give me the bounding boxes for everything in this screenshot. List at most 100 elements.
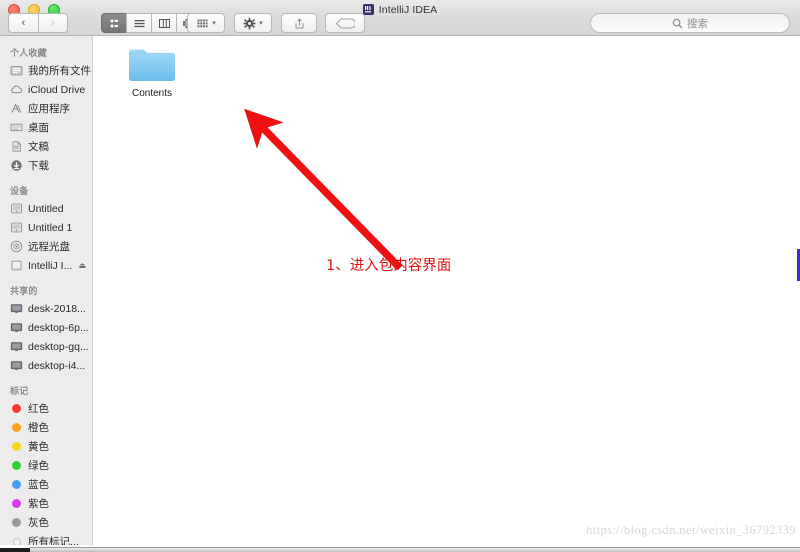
tag-dot-icon [10, 478, 23, 491]
sidebar-item-label: Untitled [28, 202, 64, 215]
sidebar-item-untitled-1[interactable]: Untitled 1 [0, 218, 92, 237]
sidebar-item-label: Untitled 1 [28, 221, 73, 234]
sidebar-item-label: 远程光盘 [28, 241, 70, 253]
sidebar-section-favorites-title: 个人收藏 [10, 48, 47, 58]
share-button[interactable] [281, 13, 317, 33]
sidebar-item-label: 我的所有文件 [28, 65, 91, 77]
sidebar-item-label: 灰色 [28, 517, 49, 529]
sidebar-item-label: 蓝色 [28, 479, 49, 491]
display-icon [10, 321, 23, 334]
sidebar-item-tag-blue[interactable]: 蓝色 [0, 475, 92, 494]
sidebar-item-tag-yellow[interactable]: 黄色 [0, 437, 92, 456]
sidebar-item-tag-red[interactable]: 红色 [0, 399, 92, 418]
sidebar-item-desk-2018[interactable]: desk-2018... [0, 299, 92, 318]
sidebar-item-label: 紫色 [28, 498, 49, 510]
sidebar-item-all-my-files[interactable]: 我的所有文件 [0, 61, 92, 80]
annotation-arrow [244, 108, 403, 271]
sidebar-section-devices-title: 设备 [10, 186, 29, 196]
sidebar-item-tag-gray[interactable]: 灰色 [0, 513, 92, 532]
arrange-by-button[interactable]: ▾ [187, 13, 225, 33]
icon-view-icon [110, 19, 118, 27]
title-bar: IntelliJ IDEA ‹ › ▾ ▾ 搜索 [0, 0, 800, 36]
file-browser-content[interactable]: Contents 1、进入包内容界面 https://blog.csdn.net… [94, 36, 800, 552]
downloads-icon [10, 159, 23, 172]
sidebar-item-label: desktop-6p... [28, 321, 89, 334]
navigation-buttons: ‹ › [8, 13, 68, 33]
tag-dot-icon [10, 459, 23, 472]
sidebar-item-label: 下载 [28, 160, 49, 172]
sidebar-item-label: 黄色 [28, 441, 49, 453]
sidebar-item-untitled[interactable]: Untitled [0, 199, 92, 218]
sidebar-item-applications[interactable]: 应用程序 [0, 99, 92, 118]
disk-icon [10, 202, 23, 215]
folder-icon [128, 46, 176, 84]
sidebar-item-downloads[interactable]: 下载 [0, 156, 92, 175]
sidebar-item-tag-purple[interactable]: 紫色 [0, 494, 92, 513]
chevron-left-icon: ‹ [21, 17, 26, 29]
annotation-text: 1、进入包内容界面 [326, 258, 452, 274]
sidebar-item-desktop[interactable]: 桌面 [0, 118, 92, 137]
gear-icon [243, 17, 256, 29]
sidebar-item-documents[interactable]: 文稿 [0, 137, 92, 156]
window-title: IntelliJ IDEA [378, 3, 438, 16]
search-field[interactable]: 搜索 [590, 13, 790, 33]
intellij-idea-app-icon [362, 4, 374, 15]
list-view-button[interactable] [126, 13, 151, 33]
sidebar-item-desktop-6p[interactable]: desktop-6p... [0, 318, 92, 337]
sidebar-item-label: desktop-gq... [28, 340, 89, 353]
forward-button[interactable]: › [38, 13, 68, 33]
desktop-icon [10, 121, 23, 134]
file-name-label: Contents [131, 88, 173, 99]
chevron-right-icon: › [51, 17, 55, 29]
sidebar-item-tag-green[interactable]: 绿色 [0, 456, 92, 475]
action-menu-button[interactable]: ▾ [234, 13, 272, 33]
sidebar-item-desktop-gq[interactable]: desktop-gq... [0, 337, 92, 356]
tag-dot-icon [10, 421, 23, 434]
remote-disc-icon [10, 240, 23, 253]
back-button[interactable]: ‹ [8, 13, 38, 33]
finder-window: IntelliJ IDEA ‹ › ▾ ▾ 搜索 个人收藏 我的所有文件 iCl… [0, 0, 800, 552]
display-icon [10, 302, 23, 315]
tag-dot-icon [10, 497, 23, 510]
tag-dot-icon [10, 516, 23, 529]
icloud-icon [10, 83, 23, 96]
chevron-down-icon: ▾ [259, 19, 263, 27]
sidebar-item-desktop-i4[interactable]: desktop-i4... [0, 356, 92, 375]
background-window-marker [0, 548, 30, 552]
sidebar-item-tag-orange[interactable]: 橙色 [0, 418, 92, 437]
sidebar-item-intellij-volume[interactable]: IntelliJ I... ⏏ [0, 256, 92, 275]
arrange-grid-icon [197, 19, 208, 27]
sidebar[interactable]: 个人收藏 我的所有文件 iCloud Drive 应用程序 桌面 文稿 下载 设… [0, 36, 93, 552]
sidebar-item-label: 桌面 [28, 122, 49, 134]
all-my-files-icon [10, 64, 23, 77]
sidebar-item-label: 文稿 [28, 141, 49, 153]
disk-icon [10, 221, 23, 234]
tag-icon [335, 17, 355, 29]
sidebar-item-label: desktop-i4... [28, 359, 86, 372]
documents-icon [10, 140, 23, 153]
column-view-icon [158, 18, 170, 28]
sidebar-item-remote-disc[interactable]: 远程光盘 [0, 237, 92, 256]
icon-view-button[interactable] [101, 13, 126, 33]
applications-icon [10, 102, 23, 115]
tag-dot-icon [10, 402, 23, 415]
file-item-contents[interactable]: Contents [114, 46, 190, 99]
sidebar-item-icloud-drive[interactable]: iCloud Drive [0, 80, 92, 99]
search-placeholder: 搜索 [687, 17, 708, 30]
sidebar-section-shared-title: 共享的 [10, 286, 38, 296]
column-view-button[interactable] [151, 13, 176, 33]
sidebar-item-label: IntelliJ I... [28, 259, 73, 272]
view-mode-segmented-control [101, 13, 201, 33]
chevron-down-icon: ▾ [212, 19, 216, 27]
tag-dot-icon [10, 440, 23, 453]
search-icon [672, 18, 683, 28]
sidebar-item-label: 绿色 [28, 460, 49, 472]
edit-tags-button[interactable] [325, 13, 365, 33]
sidebar-item-label: 应用程序 [28, 103, 70, 115]
sidebar-item-label: 红色 [28, 403, 49, 415]
volume-icon [10, 259, 23, 272]
list-view-icon [134, 19, 144, 27]
sidebar-item-label: 橙色 [28, 422, 49, 434]
eject-icon[interactable]: ⏏ [78, 261, 86, 270]
sidebar-item-label: desk-2018... [28, 302, 86, 315]
